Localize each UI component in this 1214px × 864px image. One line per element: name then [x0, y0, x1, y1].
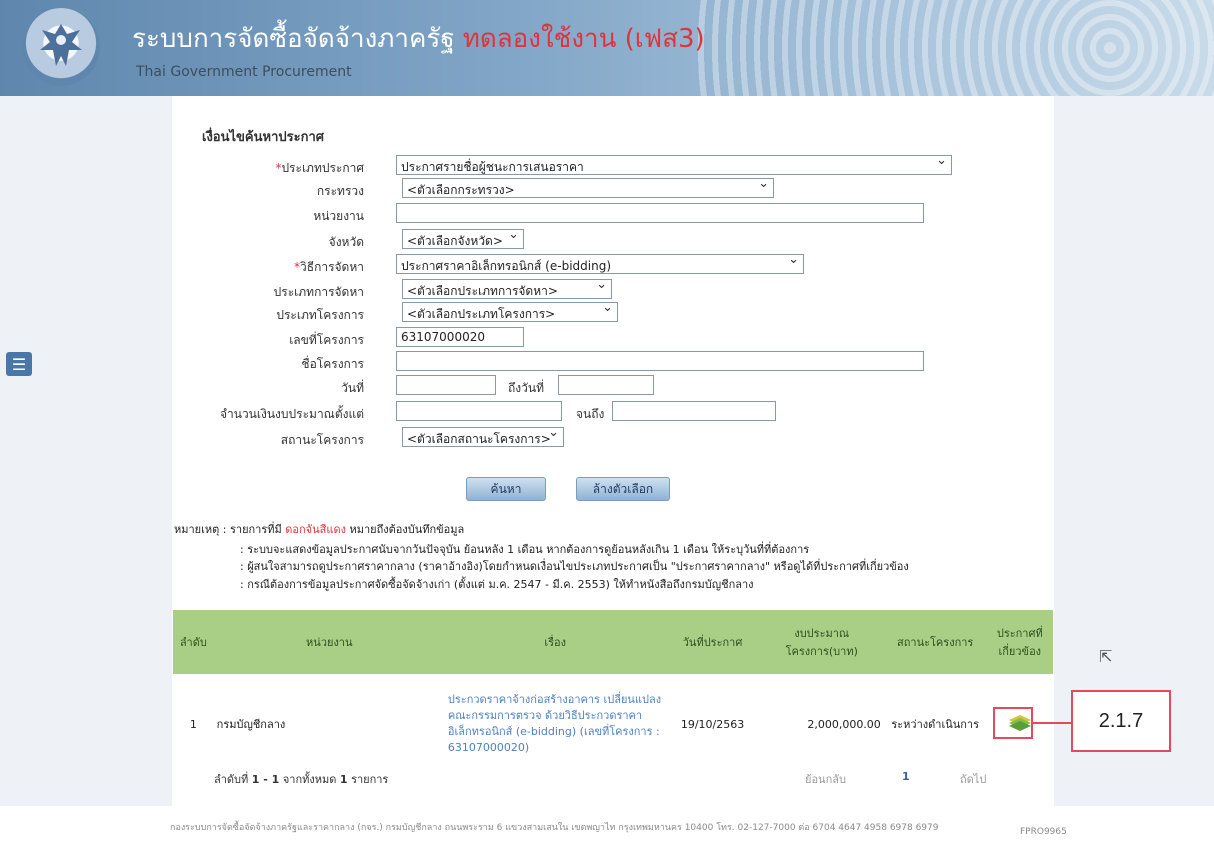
garuda-logo-icon [22, 8, 100, 86]
search-title: เงื่อนไขค้นหาประกาศ [202, 130, 325, 145]
col-related: ประกาศที่เกี่ยวข้อง [986, 610, 1053, 674]
pager-page[interactable]: 1 [902, 770, 910, 783]
trial-label: ทดลองใช้งาน (เฟส3) [462, 24, 705, 54]
mouse-pointer-icon: ⇱ [1099, 647, 1113, 666]
agency-input[interactable] [396, 203, 924, 223]
pager-back[interactable]: ย้อนกลับ [805, 770, 846, 788]
pager-next[interactable]: ถัดไป [960, 770, 986, 788]
col-subject: เรื่อง [444, 610, 666, 674]
results-table: ลำดับ หน่วยงาน เรื่อง วันที่ประกาศ งบประ… [173, 610, 1053, 774]
site-title: ระบบการจัดซื้อจัดจ้างภาครัฐ ทดลองใช้งาน (… [132, 24, 705, 54]
budget-from-input[interactable] [396, 401, 562, 421]
proc-type-select[interactable]: <ตัวเลือกประเภทการจัดหา> [402, 279, 612, 299]
pager-summary: ลำดับที่ 1 - 1 จากทั้งหมด 1 รายการ [214, 773, 389, 786]
province-select[interactable]: <ตัวเลือกจังหวัด> [402, 229, 524, 249]
note-line-3: : กรณีต้องการข้อมูลประกาศจัดซื้อจัดจ้างเ… [240, 578, 754, 591]
col-no: ลำดับ [173, 610, 214, 674]
clear-button[interactable]: ล้างตัวเลือก [576, 477, 670, 501]
cell-status: ระหว่างดำเนินการ [883, 674, 987, 774]
header-pattern [694, 0, 1214, 96]
project-name-input[interactable] [396, 351, 924, 371]
site-subtitle: Thai Government Procurement [136, 64, 352, 80]
search-button[interactable]: ค้นหา [466, 477, 546, 501]
callout-connector [1033, 722, 1073, 724]
table-row: 1 กรมบัญชีกลาง ประกวดราคาจ้างก่อสร้างอาค… [173, 674, 1053, 774]
note-required: หมายเหตุ : รายการที่มี ดอกจันสีแดง หมายถ… [174, 523, 465, 536]
note-line-1: : ระบบจะแสดงข้อมูลประกาศนับจากวันปัจจุบั… [240, 543, 810, 556]
row-project-name: ชื่อโครงการ [172, 351, 1052, 375]
budget-to-label: จนถึง [576, 407, 605, 421]
site-header: ระบบการจัดซื้อจัดจ้างภาครัฐ ทดลองใช้งาน (… [0, 0, 1214, 96]
callout-highlight-box [993, 707, 1033, 739]
row-project-type: ประเภทโครงการ <ตัวเลือกประเภทโครงการ> [172, 302, 1052, 326]
row-ministry: กระทรวง <ตัวเลือกกระทรวง> [172, 178, 1052, 202]
ministry-select[interactable]: <ตัวเลือกกระทรวง> [402, 178, 774, 198]
row-agency: หน่วยงาน [172, 203, 1052, 227]
note-line-2: : ผู้สนใจสามารถดูประกาศราคากลาง (ราคาอ้า… [240, 560, 909, 573]
row-budget: จำนวนเงินงบประมาณตั้งแต่ จนถึง [172, 401, 1052, 425]
date-from-input[interactable] [396, 375, 496, 395]
row-announce-type: *ประเภทประกาศ ประกาศรายชื่อผู้ชนะการเสนอ… [172, 155, 1052, 179]
method-select[interactable]: ประกาศราคาอิเล็กทรอนิกส์ (e-bidding) [396, 254, 804, 274]
hamburger-menu-icon[interactable]: ☰ [6, 352, 32, 376]
col-status: สถานะโครงการ [883, 610, 987, 674]
callout-label: 2.1.7 [1071, 690, 1171, 752]
date-to-input[interactable] [558, 375, 654, 395]
row-method: *วิธีการจัดหา ประกาศราคาอิเล็กทรอนิกส์ (… [172, 254, 1052, 278]
budget-to-input[interactable] [612, 401, 776, 421]
footer-code: FPRO9965 [1020, 827, 1067, 837]
row-date: วันที่ ถึงวันที่ [172, 375, 1052, 399]
cell-date: 19/10/2563 [665, 674, 760, 774]
left-margin [0, 96, 172, 806]
row-proc-type: ประเภทการจัดหา <ตัวเลือกประเภทการจัดหา> [172, 279, 1052, 303]
cell-subject-link[interactable]: ประกวดราคาจ้างก่อสร้างอาคาร เปลี่ยนแปลงค… [444, 674, 666, 774]
col-agency: หน่วยงาน [213, 610, 445, 674]
cell-budget: 2,000,000.00 [759, 674, 884, 774]
cell-agency: กรมบัญชีกลาง [213, 674, 445, 774]
row-status: สถานะโครงการ <ตัวเลือกสถานะโครงการ> [172, 427, 1052, 451]
date-to-label: ถึงวันที่ [508, 381, 544, 395]
status-select[interactable]: <ตัวเลือกสถานะโครงการ> [402, 427, 564, 447]
footer-address: กองระบบการจัดซื้อจัดจ้างภาครัฐและราคากลา… [170, 823, 939, 833]
col-budget: งบประมาณโครงการ(บาท) [759, 610, 884, 674]
project-type-select[interactable]: <ตัวเลือกประเภทโครงการ> [402, 302, 618, 322]
row-province: จังหวัด <ตัวเลือกจังหวัด> [172, 229, 1052, 253]
table-header-row: ลำดับ หน่วยงาน เรื่อง วันที่ประกาศ งบประ… [173, 610, 1053, 674]
col-date: วันที่ประกาศ [665, 610, 760, 674]
announce-type-select[interactable]: ประกาศรายชื่อผู้ชนะการเสนอราคา [396, 155, 952, 175]
cell-no: 1 [173, 674, 214, 774]
row-project-no: เลขที่โครงการ 63107000020 [172, 327, 1052, 351]
project-no-input[interactable]: 63107000020 [396, 327, 524, 347]
footer: กองระบบการจัดซื้อจัดจ้างภาครัฐและราคากลา… [170, 822, 1067, 837]
